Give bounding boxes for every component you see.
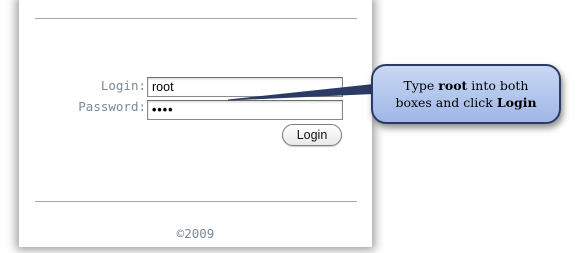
password-field[interactable]: •••• <box>147 100 343 120</box>
login-field[interactable]: root <box>147 77 343 97</box>
callout-bold-login: Login <box>496 95 537 110</box>
instruction-callout: Type root into both boxes and click Logi… <box>371 64 561 124</box>
copyright-text: ©2009 <box>176 226 215 241</box>
password-label: Password: <box>78 99 146 114</box>
login-label: Login: <box>100 78 146 93</box>
callout-text-2: into both <box>467 78 529 93</box>
login-panel: Login: root Password: •••• Login ©2009 <box>19 0 372 247</box>
bottom-divider <box>35 201 357 202</box>
callout-text-1: Type <box>403 78 439 93</box>
top-divider <box>35 18 357 19</box>
login-button[interactable]: Login <box>282 124 342 146</box>
callout-bold-root: root <box>438 78 468 93</box>
callout-text-3: boxes and click <box>395 95 497 110</box>
